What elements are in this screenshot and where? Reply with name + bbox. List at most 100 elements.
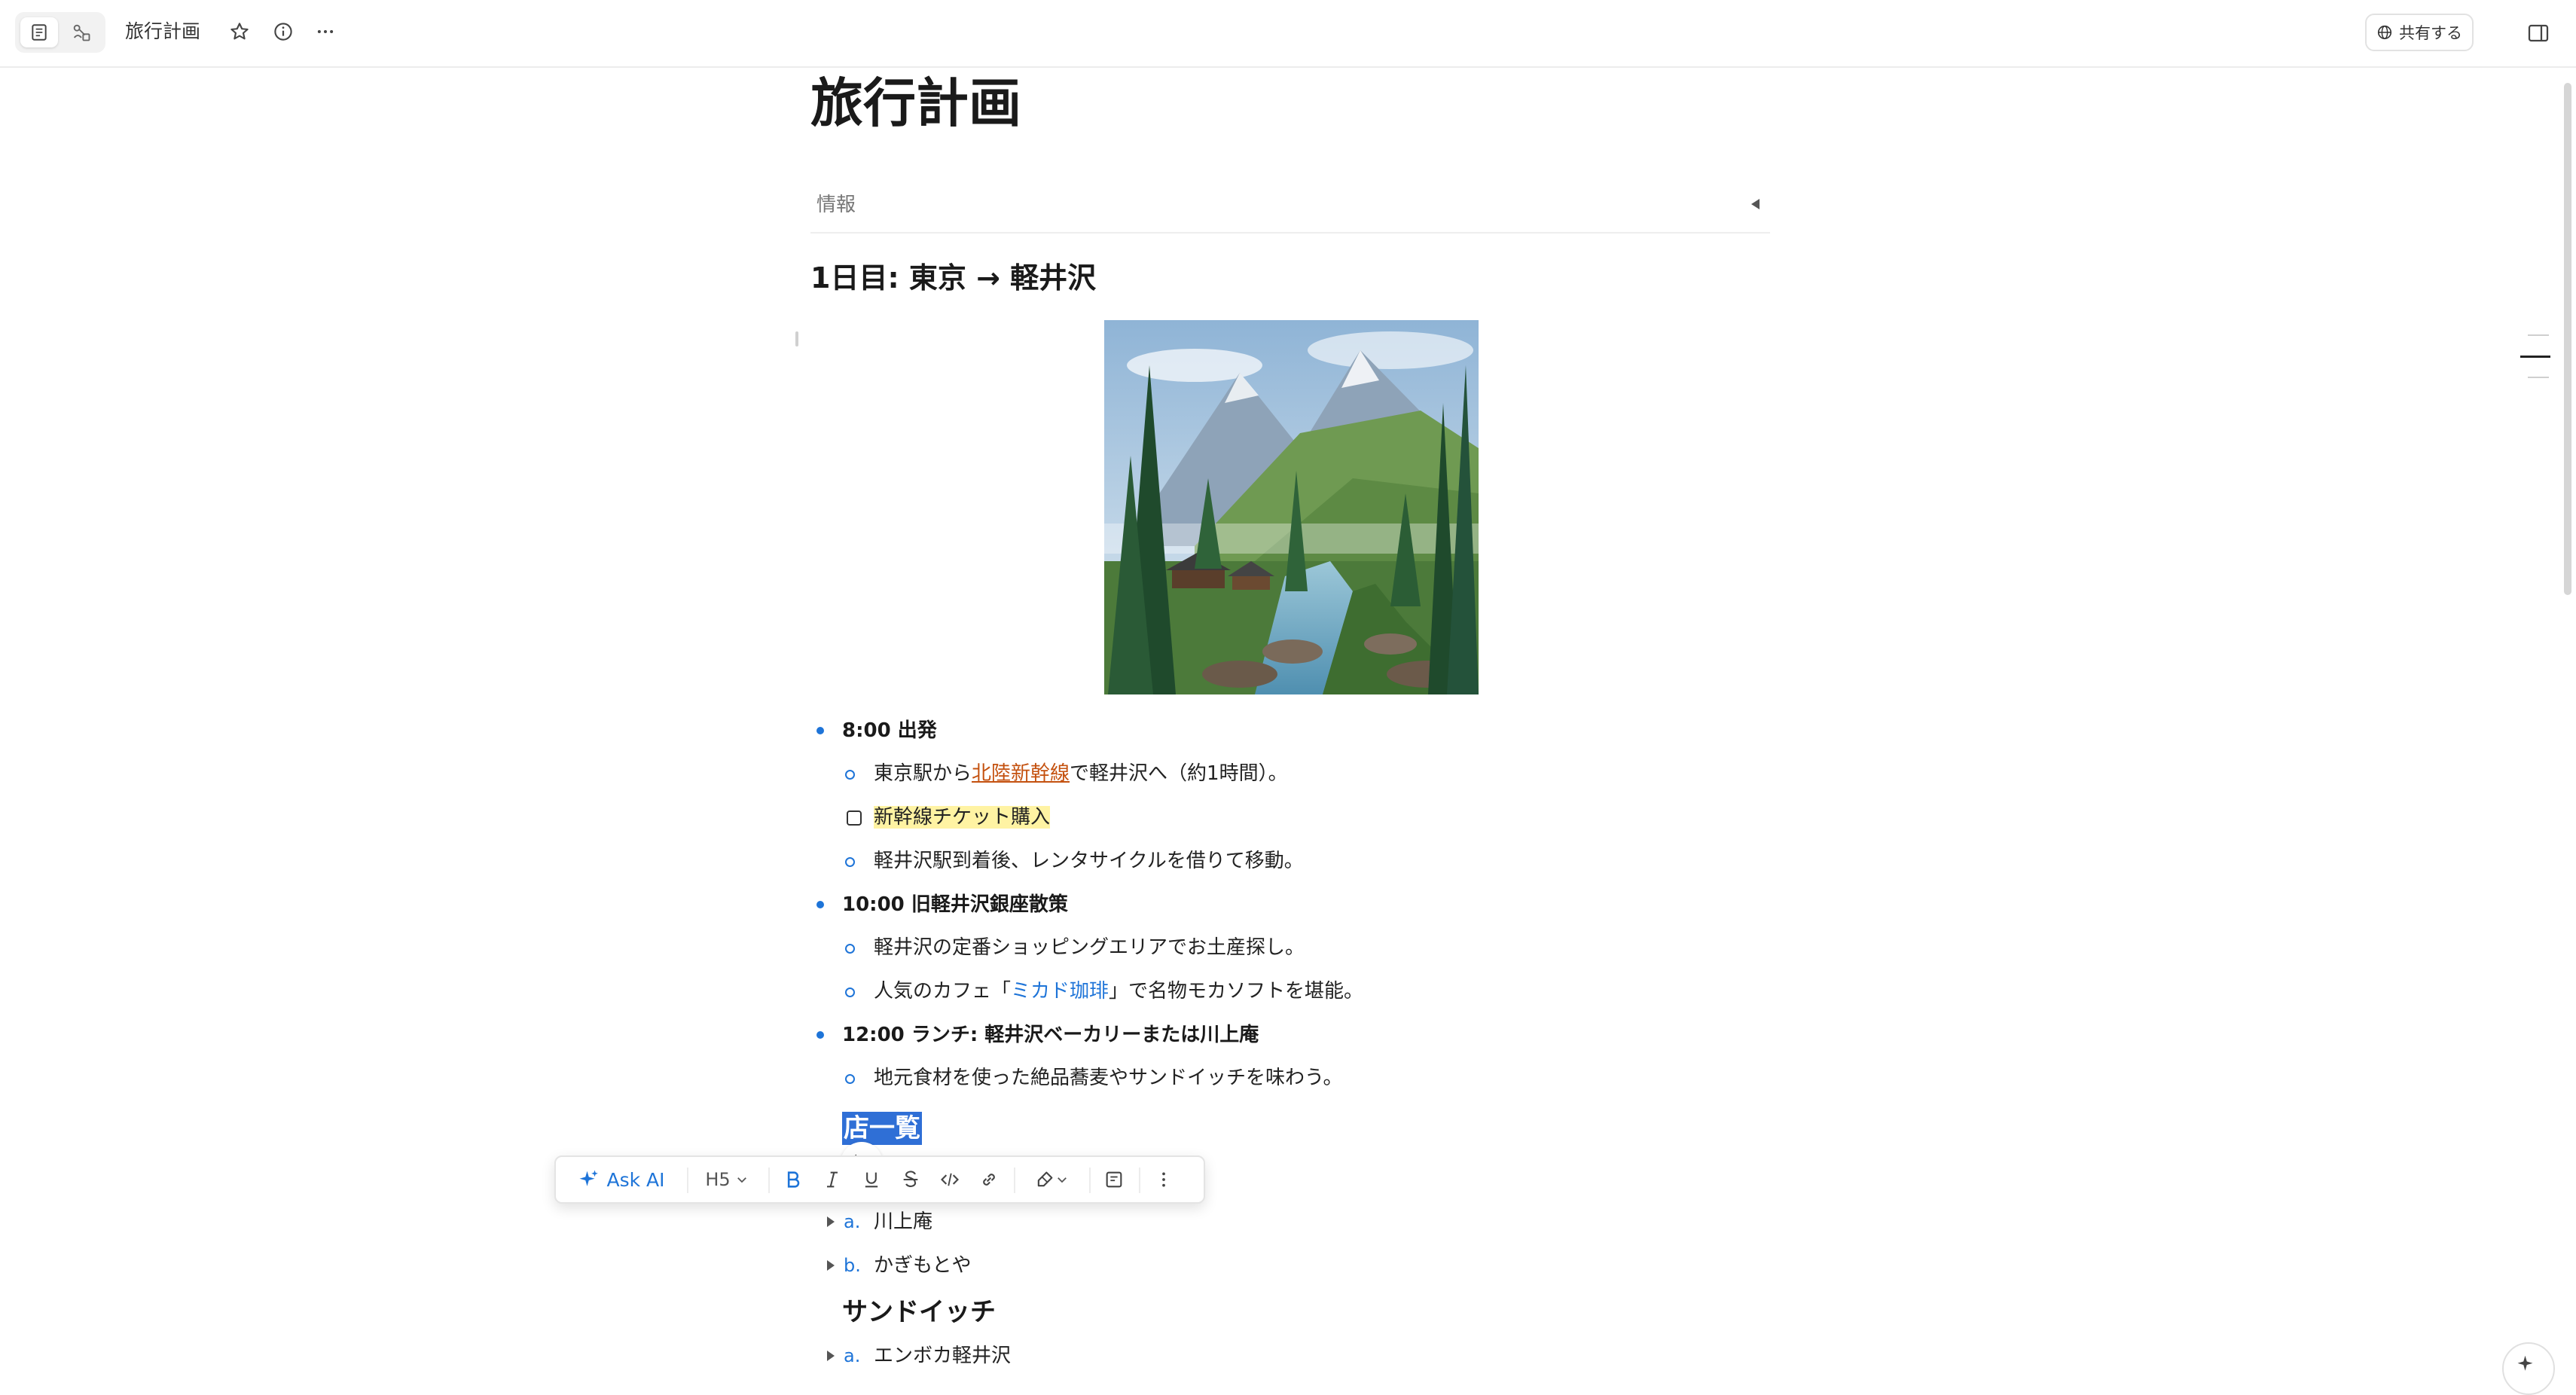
share-button-label: 共有する — [2399, 24, 2462, 42]
sparkle-icon — [579, 1170, 599, 1186]
inline-code-button[interactable] — [932, 1163, 967, 1196]
sidebar-right-icon — [2528, 24, 2549, 42]
view-mode-switch — [15, 12, 105, 53]
todo-item-ticket[interactable]: 新幹線チケット購入 — [874, 802, 1051, 832]
list-marker-b: b. — [844, 1255, 861, 1276]
mountain-forest-river-illustration — [1104, 320, 1479, 694]
list-item-kawakamian[interactable]: 川上庵 — [874, 1207, 932, 1237]
outline-line-active — [2520, 356, 2550, 358]
underline-icon — [865, 1172, 878, 1188]
list-item-lunch[interactable]: 12:00 ランチ: 軽井沢ベーカリーまたは川上庵 — [842, 1020, 1259, 1050]
table-of-contents-outline[interactable] — [2520, 331, 2553, 384]
link-button[interactable] — [972, 1163, 1006, 1196]
info-properties-toggle[interactable]: 情報 — [810, 181, 1770, 234]
karuizawa-landscape-image[interactable] — [1104, 320, 1479, 694]
bullet-marker — [816, 901, 824, 908]
sub-bullet-marker — [845, 944, 855, 954]
list-marker-a: a. — [844, 1345, 861, 1366]
strikethrough-icon — [903, 1171, 918, 1187]
favorite-button[interactable] — [223, 15, 256, 48]
ask-ai-button[interactable]: Ask AI — [565, 1163, 678, 1196]
text-segment: 」で名物モカソフトを堪能。 — [1109, 980, 1364, 1003]
italic-button[interactable] — [815, 1163, 850, 1196]
bold-button[interactable] — [776, 1163, 810, 1196]
collapse-arrow-icon — [1751, 199, 1760, 209]
ask-ai-label: Ask AI — [606, 1168, 665, 1191]
toggle-arrow-icon[interactable] — [827, 1216, 835, 1227]
highlight-color-button[interactable] — [1021, 1163, 1082, 1196]
list-item-cafe[interactable]: 人気のカフェ「ミカド珈琲」で名物モカソフトを堪能。 — [874, 976, 1363, 1006]
vertical-scrollbar[interactable] — [2564, 83, 2571, 595]
sub-bullet-marker — [845, 770, 855, 780]
text-segment: 東京駅から — [874, 762, 972, 785]
list-item-train-route[interactable]: 東京駅から北陸新幹線で軽井沢へ（約1時間）。 — [874, 759, 1288, 789]
comment-button[interactable] — [1097, 1163, 1131, 1196]
chevron-down-icon — [737, 1177, 746, 1183]
mikado-coffee-link[interactable]: ミカド珈琲 — [1011, 980, 1109, 1003]
list-item-ginza-walk[interactable]: 10:00 旧軽井沢銀座散策 — [842, 890, 1068, 920]
text-segment: 人気のカフェ「 — [874, 980, 1012, 1003]
day1-heading[interactable]: 1日目: 東京 → 軽井沢 — [810, 259, 1096, 297]
format-toolbar: Ask AI H5 — [554, 1155, 1205, 1204]
list-item-enboka[interactable]: エンボカ軽井沢 — [874, 1341, 1011, 1371]
sparkle-icon — [2517, 1355, 2533, 1371]
list-item-depart[interactable]: 8:00 出発 — [842, 716, 937, 746]
breadcrumb-page-title[interactable]: 旅行計画 — [125, 17, 200, 47]
shop-list-heading-selected[interactable]: 店一覧 — [842, 1112, 922, 1145]
list-marker-a: a. — [844, 1211, 861, 1232]
toggle-arrow-icon[interactable] — [827, 1260, 835, 1271]
sub-bullet-marker — [845, 1074, 855, 1084]
outline-line — [2528, 377, 2549, 378]
code-icon — [941, 1173, 959, 1186]
sandwich-heading[interactable]: サンドイッチ — [842, 1296, 996, 1329]
bullet-marker — [816, 1031, 824, 1039]
highlighted-text: 新幹線チケット購入 — [874, 806, 1051, 829]
toggle-arrow-icon[interactable] — [827, 1351, 835, 1361]
strikethrough-button[interactable] — [893, 1163, 928, 1196]
more-options-button[interactable] — [309, 15, 342, 48]
star-icon — [230, 23, 249, 40]
chevron-down-icon — [1058, 1177, 1067, 1183]
note-comment-icon — [1106, 1171, 1122, 1188]
toggle-right-sidebar-button[interactable] — [2522, 17, 2555, 50]
highlighter-icon — [1037, 1171, 1053, 1187]
toolbar-more-button[interactable] — [1146, 1163, 1181, 1196]
page-mode-button[interactable] — [20, 17, 58, 47]
sub-bullet-marker — [845, 857, 855, 867]
underline-button[interactable] — [854, 1163, 889, 1196]
toolbar-divider — [768, 1168, 770, 1193]
list-item-kagimotoya[interactable]: かぎもとや — [874, 1250, 971, 1281]
sub-bullet-marker — [845, 987, 855, 997]
text-segment: で軽井沢へ（約1時間）。 — [1070, 762, 1288, 785]
more-vertical-icon — [1162, 1172, 1165, 1187]
hokuriku-shinkansen-link[interactable]: 北陸新幹線 — [972, 762, 1070, 785]
ai-assistant-button[interactable] — [2502, 1342, 2555, 1395]
italic-icon — [827, 1171, 838, 1188]
toolbar-divider — [687, 1168, 688, 1193]
document-title[interactable]: 旅行計画 — [810, 69, 1021, 137]
edgeless-mode-button[interactable] — [63, 17, 100, 47]
todo-checkbox[interactable] — [847, 810, 862, 826]
heading-level-select[interactable]: H5 — [693, 1163, 761, 1196]
outline-line — [2528, 334, 2549, 336]
toolbar-divider — [1139, 1168, 1140, 1193]
top-bar: 旅行計画 共有する — [0, 0, 2576, 68]
bullet-marker — [816, 727, 824, 734]
list-item-rental-cycle[interactable]: 軽井沢駅到着後、レンタサイクルを借りて移動。 — [874, 846, 1304, 876]
edgeless-icon — [73, 24, 90, 41]
toolbar-divider — [1089, 1168, 1091, 1193]
globe-icon — [2377, 25, 2392, 40]
heading-level-value: H5 — [705, 1169, 731, 1190]
toolbar-divider — [1014, 1168, 1015, 1193]
list-item-shopping[interactable]: 軽井沢の定番ショッピングエリアでお土産探し。 — [874, 933, 1305, 963]
link-icon — [983, 1174, 995, 1186]
share-button[interactable]: 共有する — [2365, 14, 2474, 51]
info-button[interactable] — [267, 15, 300, 48]
bold-icon — [787, 1171, 800, 1188]
list-item-local-food[interactable]: 地元食材を使った絶品蕎麦やサンドイッチを味わう。 — [874, 1063, 1342, 1093]
info-icon — [274, 23, 292, 41]
more-horizontal-icon — [317, 30, 334, 33]
block-drag-handle[interactable] — [795, 331, 798, 346]
page-icon — [32, 24, 47, 41]
info-label: 情報 — [816, 194, 856, 216]
